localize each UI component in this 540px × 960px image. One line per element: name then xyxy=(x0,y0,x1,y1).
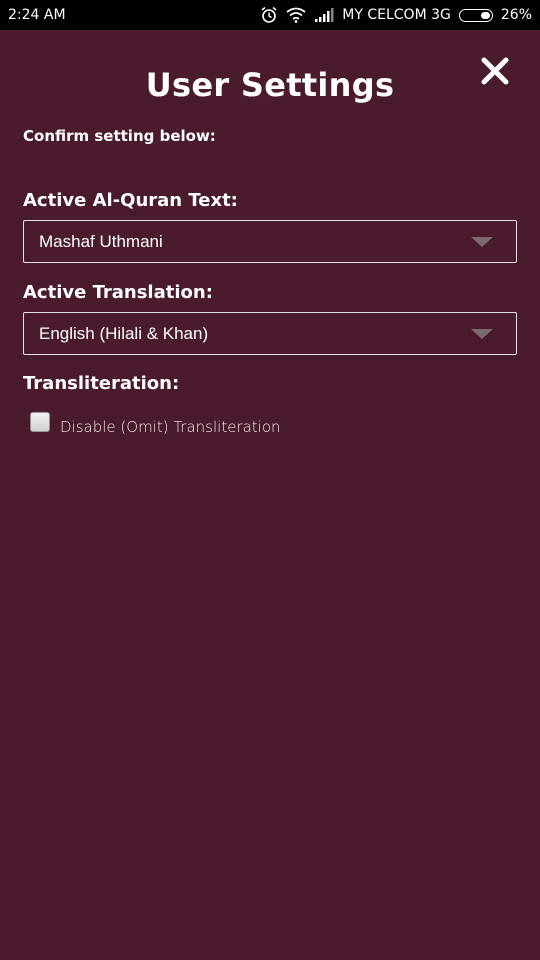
chevron-down-icon xyxy=(471,237,493,247)
close-icon xyxy=(481,57,509,85)
translation-selected: English (Hilali & Khan) xyxy=(39,323,209,343)
chevron-down-icon xyxy=(471,329,493,339)
disable-transliteration-option[interactable]: Disable (Omit) Transliteration xyxy=(30,408,281,436)
disable-transliteration-label: Disable (Omit) Transliteration xyxy=(60,418,281,436)
page-title: User Settings xyxy=(145,66,395,104)
translation-label: Active Translation: xyxy=(23,282,213,303)
settings-screen: User Settings Confirm setting below: Act… xyxy=(0,30,540,960)
status-time: 2:24 AM xyxy=(8,7,66,23)
close-button[interactable] xyxy=(480,56,510,86)
battery-icon xyxy=(458,8,493,22)
quran-text-selected: Mashaf Uthmani xyxy=(39,231,163,251)
battery-percent: 26% xyxy=(500,7,532,23)
transliteration-label: Transliteration: xyxy=(23,373,180,394)
quran-text-label: Active Al-Quran Text: xyxy=(23,190,238,211)
translation-select[interactable]: English (Hilali & Khan) xyxy=(23,312,517,355)
confirm-instruction: Confirm setting below: xyxy=(23,127,216,145)
carrier-name: MY CELCOM 3G xyxy=(342,7,451,23)
alarm-icon xyxy=(260,6,278,24)
status-icons: MY CELCOM 3G 26% xyxy=(260,6,540,24)
status-bar: 2:24 AM MY CELCOM 3G 26% xyxy=(0,0,540,30)
signal-icon xyxy=(314,8,334,22)
disable-transliteration-checkbox[interactable] xyxy=(30,412,50,432)
quran-text-select[interactable]: Mashaf Uthmani xyxy=(23,220,517,263)
wifi-icon xyxy=(286,7,306,23)
